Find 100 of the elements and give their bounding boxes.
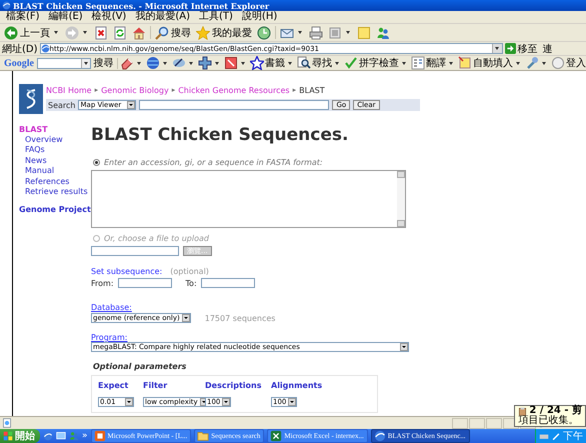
- people-icon: [376, 26, 390, 40]
- from-field[interactable]: [118, 278, 172, 288]
- database-link[interactable]: Database:: [91, 303, 132, 312]
- clipboard-icon: [518, 406, 528, 416]
- caret-icon: [449, 62, 453, 64]
- search-icon: [297, 56, 311, 70]
- start-button[interactable]: 開始: [0, 429, 40, 443]
- breadcrumb-link[interactable]: NCBI Home: [46, 86, 92, 95]
- status-pane: [469, 418, 485, 428]
- refresh-icon: [113, 26, 127, 40]
- window-title: BLAST Chicken Sequences. - Microsoft Internet Explorer: [13, 0, 270, 10]
- eraser-button[interactable]: [120, 56, 143, 70]
- to-field[interactable]: [200, 278, 255, 288]
- sidebar-link[interactable]: Overview: [19, 135, 91, 146]
- address-label: 網址(D): [2, 42, 38, 55]
- desktop-icon: [56, 431, 66, 441]
- messenger-button[interactable]: [375, 26, 391, 40]
- browser-icon: [40, 44, 50, 53]
- toolbar-logo: Google: [4, 58, 34, 68]
- menu-item[interactable]: 檔案(F): [6, 11, 40, 23]
- search-field[interactable]: [37, 58, 91, 68]
- plus-button[interactable]: [198, 56, 221, 70]
- subsequence-label: Set subsequence:: [91, 267, 162, 276]
- windows-icon: [3, 431, 13, 441]
- parameter-label: Expect: [98, 381, 130, 390]
- parameter-label: Alignments: [271, 381, 324, 390]
- menu-item[interactable]: 檢視(V): [92, 11, 126, 23]
- caret-icon: [215, 62, 219, 64]
- history-button[interactable]: [256, 26, 272, 40]
- sidebar-link[interactable]: Manual: [19, 166, 91, 177]
- window-icon: [328, 26, 342, 40]
- caret-icon: [288, 62, 292, 64]
- signin-button[interactable]: 登入: [551, 56, 586, 70]
- refresh-button[interactable]: [112, 26, 128, 40]
- links-button[interactable]: 連: [542, 42, 553, 55]
- search-label: Search: [48, 100, 76, 110]
- sidebar-link[interactable]: News: [19, 156, 91, 166]
- globe-icon: [146, 56, 160, 70]
- arrow-icon: [504, 43, 516, 54]
- menu-item[interactable]: 說明(H): [242, 11, 278, 23]
- program-link[interactable]: Program:: [91, 333, 128, 342]
- globe-button[interactable]: [146, 56, 169, 70]
- caret-icon: [346, 31, 350, 34]
- caret-icon: [516, 62, 520, 64]
- notification-message: 項目已收集。: [518, 416, 580, 426]
- radio-button[interactable]: [93, 235, 100, 242]
- browser-icon: [374, 430, 386, 442]
- option-label: Enter an accession, gi, or a sequence in FASTA format:: [104, 158, 323, 167]
- sidebar-link[interactable]: Genome Project: [19, 205, 91, 216]
- caret-icon: [163, 62, 167, 64]
- favorites-button[interactable]: 我的最愛: [195, 26, 253, 40]
- block-button[interactable]: [224, 56, 247, 70]
- note-icon: [458, 56, 472, 70]
- bookmark-button[interactable]: 書籤: [250, 56, 294, 70]
- search-field[interactable]: [139, 100, 330, 110]
- home-icon: [132, 26, 146, 40]
- search-button[interactable]: 搜尋: [94, 56, 114, 70]
- more-button[interactable]: »: [82, 431, 88, 441]
- pen-button[interactable]: [172, 56, 195, 70]
- breadcrumb-link[interactable]: Genomic Biology: [101, 86, 169, 95]
- stop-button[interactable]: [93, 26, 109, 40]
- from-label: From:: [91, 278, 114, 288]
- sidebar-link[interactable]: FAQs: [19, 145, 91, 156]
- spell-button[interactable]: 拼字檢查: [344, 56, 408, 70]
- caret-icon: [335, 62, 339, 64]
- search-button[interactable]: 搜尋: [154, 26, 192, 40]
- radio-button[interactable]: [93, 159, 100, 166]
- page-icon: [2, 418, 12, 428]
- go-button[interactable]: 移至: [504, 42, 538, 55]
- sidebar-heading[interactable]: BLAST: [19, 125, 91, 135]
- note-icon: [357, 26, 371, 40]
- sidebar-link[interactable]: Retrieve results: [19, 187, 91, 198]
- back-button[interactable]: 上一頁: [3, 26, 61, 40]
- block-icon: [224, 56, 238, 70]
- breadcrumb-link[interactable]: Chicken Genome Resources: [178, 86, 290, 95]
- translate-button[interactable]: 翻譯: [411, 56, 455, 70]
- wrench-button[interactable]: [525, 56, 548, 70]
- caret-icon: [495, 47, 500, 50]
- option-label: Or, choose a file to upload: [104, 234, 209, 243]
- people-icon: [69, 431, 79, 441]
- home-button[interactable]: [131, 26, 147, 40]
- to-label: To:: [186, 278, 197, 288]
- sidebar-link[interactable]: References: [19, 176, 91, 188]
- back-icon: [4, 26, 18, 40]
- file-field[interactable]: [91, 246, 179, 256]
- caret-icon: [137, 62, 141, 64]
- menu-item[interactable]: 編輯(E): [48, 11, 83, 23]
- note-button[interactable]: [356, 26, 372, 40]
- caret-icon: [298, 31, 302, 34]
- caret-icon: [83, 31, 87, 34]
- hint-text: (optional): [170, 267, 209, 276]
- find-button[interactable]: 尋找: [297, 56, 341, 70]
- menu-item[interactable]: 工具(T): [199, 11, 233, 23]
- slides-icon: [94, 430, 106, 442]
- autofill-button[interactable]: 自動填入: [458, 56, 522, 70]
- check-icon: [344, 56, 358, 70]
- caret-icon: [84, 62, 88, 64]
- caret-icon: [542, 62, 546, 64]
- menu-item[interactable]: 我的最愛(A): [135, 11, 190, 23]
- stop-icon: [94, 26, 108, 40]
